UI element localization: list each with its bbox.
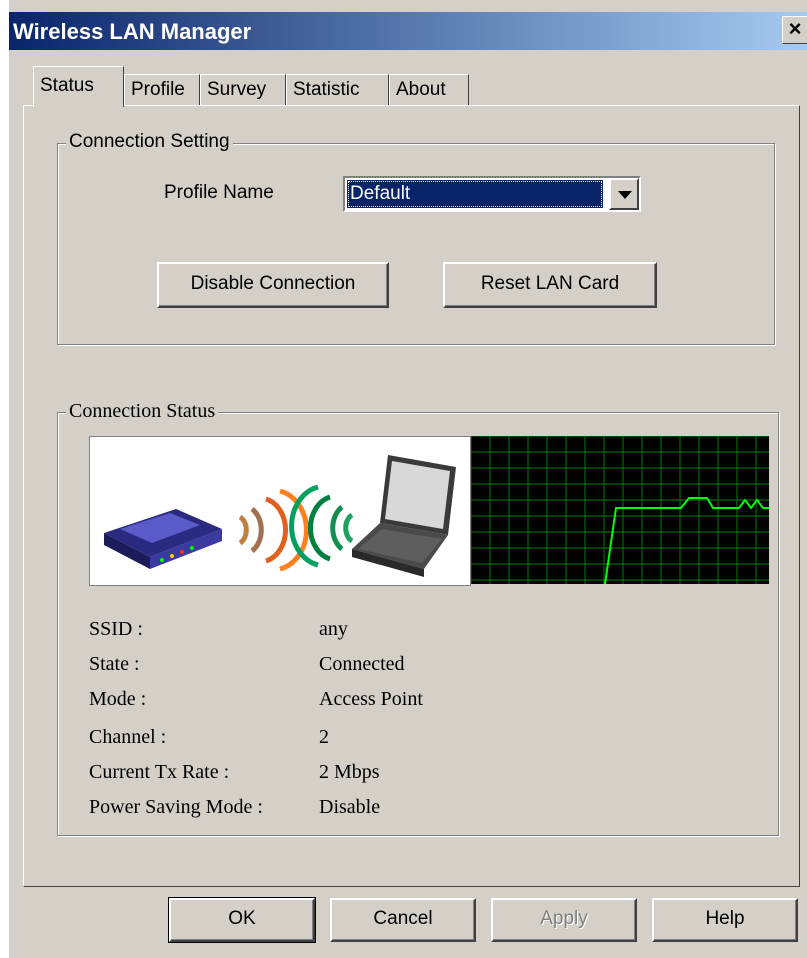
profile-name-select[interactable]: Default xyxy=(343,176,641,212)
signal-graph xyxy=(470,435,769,585)
connection-illustration xyxy=(89,436,471,586)
ok-button[interactable]: OK xyxy=(168,897,316,943)
state-label: State : xyxy=(89,653,140,675)
mode-label: Mode : xyxy=(89,688,147,710)
title-bar[interactable]: Wireless LAN Manager × xyxy=(9,12,807,50)
chevron-down-icon[interactable] xyxy=(609,178,639,210)
connection-status-title: Connection Status xyxy=(66,400,219,423)
close-button[interactable]: × xyxy=(782,16,807,44)
tab-statistic[interactable]: Statistic xyxy=(286,74,389,106)
tab-status[interactable]: Status xyxy=(33,66,124,107)
profile-name-label: Profile Name xyxy=(164,182,274,203)
tab-survey[interactable]: Survey xyxy=(200,74,286,106)
cancel-button[interactable]: Cancel xyxy=(330,898,476,942)
tx-rate-value: 2 Mbps xyxy=(319,761,380,783)
state-value: Connected xyxy=(319,653,405,675)
help-button[interactable]: Help xyxy=(652,898,798,942)
router-icon xyxy=(104,509,222,569)
mode-value: Access Point xyxy=(319,688,423,710)
profile-name-value: Default xyxy=(347,180,603,208)
channel-value: 2 xyxy=(319,726,329,748)
connection-setting-title: Connection Setting xyxy=(66,131,233,153)
channel-label: Channel : xyxy=(89,726,167,748)
tx-rate-label: Current Tx Rate : xyxy=(89,761,230,783)
ssid-label: SSID : xyxy=(89,618,143,640)
apply-button[interactable]: Apply xyxy=(491,898,637,942)
tab-profile[interactable]: Profile xyxy=(124,74,200,106)
ssid-value: any xyxy=(319,618,348,640)
power-saving-label: Power Saving Mode : xyxy=(89,796,263,818)
reset-lan-card-button[interactable]: Reset LAN Card xyxy=(443,262,657,308)
laptop-icon xyxy=(352,455,456,577)
connection-setting-group: Connection Setting xyxy=(57,131,775,345)
green-signal-waves-icon xyxy=(289,484,354,568)
window-title: Wireless LAN Manager xyxy=(13,19,252,44)
disable-connection-button[interactable]: Disable Connection xyxy=(157,262,389,308)
wireless-lan-manager-window: Wireless LAN Manager × Status Profile Su… xyxy=(8,0,807,958)
tab-about[interactable]: About xyxy=(389,74,469,106)
power-saving-value: Disable xyxy=(319,796,381,818)
